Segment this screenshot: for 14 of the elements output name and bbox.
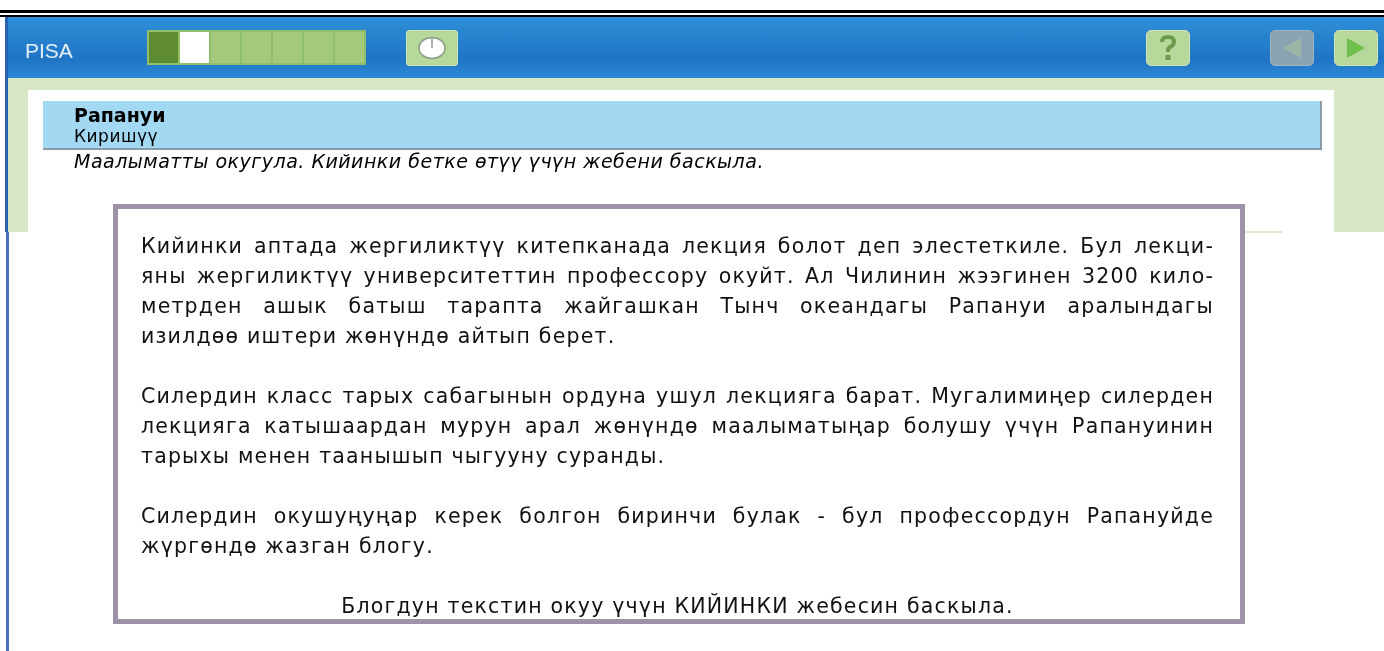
- timer-button[interactable]: [406, 29, 458, 66]
- paragraph: Блогдун текстин окуу үчүн КИЙИНКИ жебесин баскыла.: [340, 592, 1015, 620]
- next-button[interactable]: [1334, 29, 1378, 66]
- question-mark-icon: [1159, 34, 1177, 61]
- unit-title: Рапануи: [74, 104, 167, 126]
- clock-icon: [417, 35, 447, 60]
- instruction-text: Маалыматты окугула. Кийинки бетке өтүү үчүн жебени баскыла.: [73, 150, 765, 172]
- paragraph: Силердин окушуңуңар керек болгон биринчи булак - бул профессордун Рапануйде жүргөндө жазган блогу.: [141, 503, 1214, 560]
- paragraph: Кийинки аптада жергиликтүү китепканада лекция болот деп элестеткиле. Бул лекци- яны жергиликтүү университеттин профессору окуйт. Ал Чилинин жээгинен 3200 кило- метрден ашык батыш тарапта жайгашкан Тынч океандагы Рапануи аралындагы изилдөө иштери жөнүндө айтып берет.: [141, 233, 1214, 350]
- right-arrow-icon: [1345, 35, 1367, 60]
- paragraph: Силердин класс тарых сабагынын ордуна ушул лекцияга барат. Мугалимиңер силерден лекцияга катышаардан мурун арал жөнүндө маалыматыңар болушу үчүн Рапануинин тарыхы менен таанышып чыгууну суранды.: [141, 383, 1214, 470]
- unit-subtitle: Киришүү: [74, 126, 160, 146]
- app-title: PISA: [25, 37, 74, 63]
- help-button[interactable]: [1146, 29, 1190, 66]
